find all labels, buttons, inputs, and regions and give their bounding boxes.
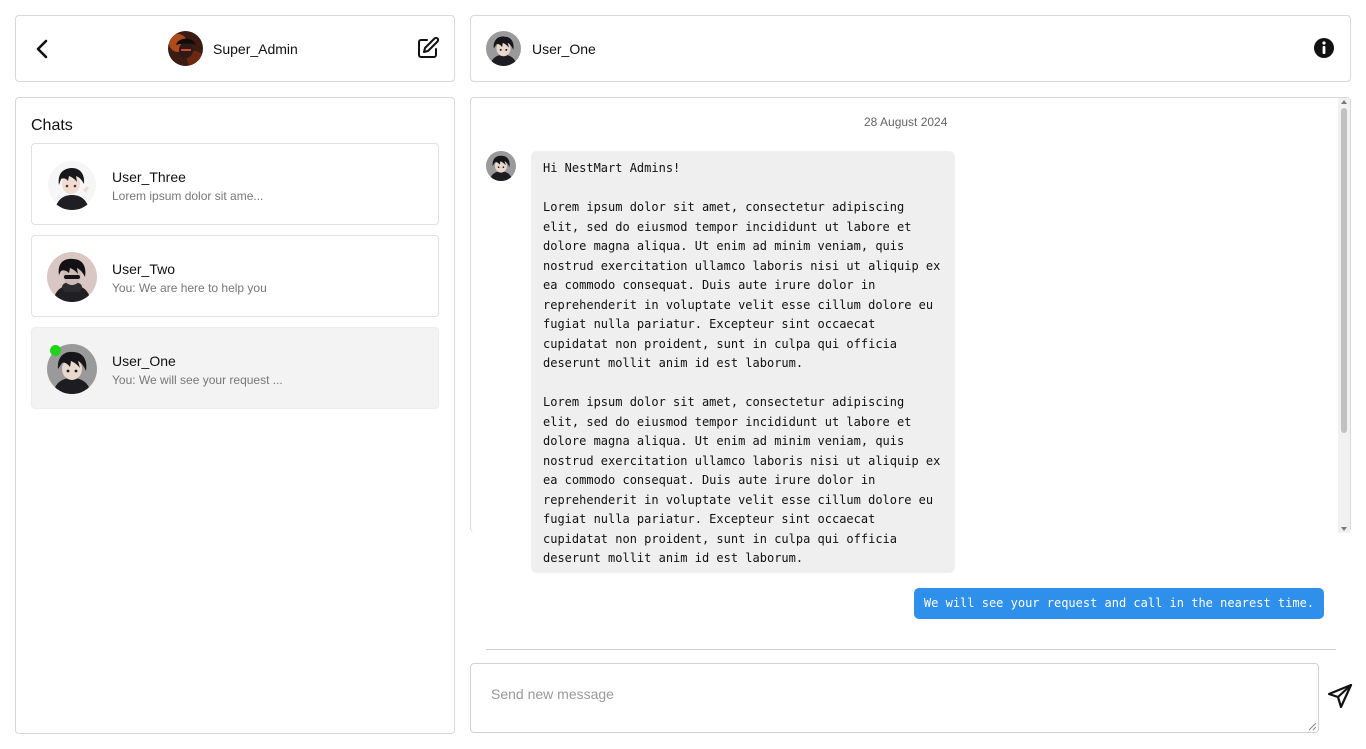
send-icon[interactable]: [1327, 683, 1353, 709]
chat-item-user-two[interactable]: User_Two You: We are here to help you: [31, 235, 439, 317]
avatar: [486, 31, 521, 66]
chat-item-preview: You: We will see your request ...: [112, 373, 283, 387]
current-username: Super_Admin: [213, 40, 298, 57]
messages-scrollbar[interactable]: [1338, 98, 1350, 533]
chat-list-panel: Chats User_Three Lorem ipsum dolor sit a…: [15, 97, 455, 734]
conversation-username: User_One: [532, 40, 596, 57]
avatar: [47, 252, 97, 302]
chat-item-user-three[interactable]: User_Three Lorem ipsum dolor sit ame...: [31, 143, 439, 225]
online-indicator: [50, 345, 61, 356]
info-icon[interactable]: [1313, 37, 1335, 59]
scroll-down-icon[interactable]: [1341, 527, 1347, 531]
chevron-left-icon[interactable]: [30, 36, 54, 62]
incoming-message: Hi NestMart Admins! Lorem ipsum dolor si…: [531, 151, 955, 573]
conversation-header: User_One: [470, 15, 1351, 82]
scrollbar-thumb[interactable]: [1341, 108, 1347, 433]
chat-item-name: User_One: [112, 353, 176, 369]
avatar: [47, 160, 97, 210]
avatar: [486, 151, 516, 181]
left-header: Super_Admin: [15, 15, 455, 82]
chat-item-name: User_Two: [112, 261, 176, 277]
date-separator: 28 August 2024: [864, 115, 948, 129]
outgoing-message: We will see your request and call in the…: [914, 588, 1324, 619]
resize-grip-icon[interactable]: [1307, 721, 1317, 731]
conversation-user: User_One: [486, 31, 596, 66]
chats-title: Chats: [31, 117, 73, 134]
chat-item-preview: Lorem ipsum dolor sit ame...: [112, 189, 264, 203]
chat-item-user-one[interactable]: User_One You: We will see your request .…: [31, 327, 439, 409]
current-user: Super_Admin: [168, 31, 298, 66]
edit-icon[interactable]: [416, 36, 440, 60]
composer-divider: [486, 649, 1336, 650]
chat-item-preview: You: We are here to help you: [112, 281, 267, 295]
chat-item-name: User_Three: [112, 169, 186, 185]
scroll-up-icon[interactable]: [1341, 100, 1347, 104]
message-input[interactable]: [470, 663, 1319, 733]
avatar: [168, 31, 203, 66]
